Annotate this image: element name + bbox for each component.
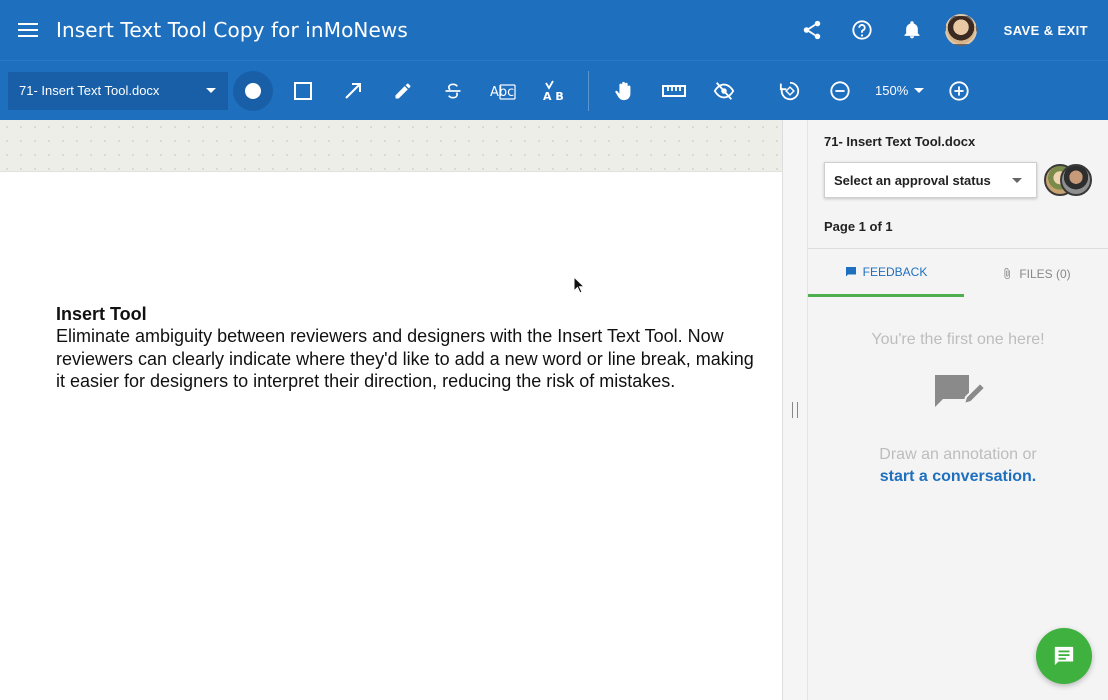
page-title: Insert Text Tool Copy for inMoNews <box>56 18 408 42</box>
chevron-down-icon <box>1012 178 1022 183</box>
document-heading: Insert Tool <box>56 304 147 324</box>
header-actions: SAVE & EXIT <box>787 0 1108 60</box>
empty-state-text: Draw an annotation or start a conversati… <box>808 444 1108 488</box>
insert-text-tool-button[interactable]: A B <box>528 61 578 121</box>
panel-tabs: FEEDBACK FILES (0) <box>808 250 1108 298</box>
hamburger-menu-icon <box>18 23 38 37</box>
chevron-down-icon <box>206 87 216 93</box>
mouse-cursor-icon <box>573 276 585 294</box>
file-selector-label: 71- Insert Text Tool.docx <box>19 83 160 98</box>
avatar <box>1060 164 1092 196</box>
insert-text-icon: A B <box>543 80 564 102</box>
zoom-level-select[interactable]: 150% <box>865 61 934 121</box>
share-icon <box>803 20 820 40</box>
user-avatar[interactable] <box>944 14 977 46</box>
rotate-icon <box>779 81 800 100</box>
approval-status-label: Select an approval status <box>834 172 991 188</box>
file-selector[interactable]: 71- Insert Text Tool.docx <box>8 71 228 110</box>
empty-state-message: Draw an annotation or <box>879 446 1037 463</box>
feedback-panel: 71- Insert Text Tool.docx Select an appr… <box>808 120 1108 700</box>
rotate-button[interactable] <box>765 61 815 121</box>
replace-text-icon: Abc <box>490 83 516 100</box>
notifications-button[interactable] <box>887 0 937 60</box>
eye-off-icon <box>713 81 735 100</box>
start-conversation-link[interactable]: start a conversation. <box>808 466 1108 488</box>
tab-feedback-label: FEEDBACK <box>862 265 928 279</box>
record-tool-button[interactable] <box>228 61 278 121</box>
save-exit-button[interactable]: SAVE & EXIT <box>990 0 1108 60</box>
document-viewer[interactable]: Insert Tool Eliminate ambiguity between … <box>0 120 782 700</box>
chat-button[interactable] <box>1036 628 1092 684</box>
comment-icon <box>845 267 856 277</box>
arrow-tool-button[interactable] <box>328 61 378 121</box>
tab-files[interactable]: FILES (0) <box>964 250 1108 297</box>
rectangle-tool-button[interactable] <box>278 61 328 121</box>
pan-tool-button[interactable] <box>599 61 649 121</box>
minus-circle-icon <box>830 80 850 101</box>
record-icon <box>245 82 261 99</box>
comment-edit-icon <box>935 375 984 407</box>
bell-icon <box>904 21 920 39</box>
menu-button[interactable] <box>0 0 56 60</box>
hand-icon <box>615 81 631 100</box>
strikethrough-tool-button[interactable] <box>428 61 478 121</box>
plus-circle-icon <box>949 80 969 101</box>
drag-handle-icon <box>792 402 798 418</box>
zoom-out-button[interactable] <box>815 61 865 121</box>
annotation-toolbar: 71- Insert Text Tool.docx Abc A B 150% <box>0 60 1108 120</box>
document-body-text: Eliminate ambiguity between reviewers an… <box>56 326 754 391</box>
tab-feedback[interactable]: FEEDBACK <box>808 250 964 297</box>
chat-icon <box>1054 646 1074 666</box>
panel-file-name: 71- Insert Text Tool.docx <box>824 134 976 149</box>
pen-tool-button[interactable] <box>378 61 428 121</box>
panel-divider <box>808 248 1108 249</box>
document-page[interactable]: Insert Tool Eliminate ambiguity between … <box>56 303 756 393</box>
approval-status-select[interactable]: Select an approval status <box>824 162 1037 198</box>
measure-tool-button[interactable] <box>649 61 699 121</box>
toolbar-divider <box>588 70 589 111</box>
tab-files-label: FILES (0) <box>1019 266 1071 281</box>
chevron-down-icon <box>914 88 925 93</box>
replace-text-tool-button[interactable]: Abc <box>478 61 528 121</box>
ruler-icon <box>662 84 686 97</box>
document-background-strip <box>0 120 782 172</box>
zoom-in-button[interactable] <box>934 61 984 121</box>
svg-text:Abc: Abc <box>490 85 514 100</box>
arrow-icon <box>345 82 361 99</box>
rectangle-icon <box>294 81 312 100</box>
help-button[interactable] <box>837 0 887 60</box>
svg-text:A B: A B <box>543 90 564 102</box>
share-button[interactable] <box>787 0 837 60</box>
paperclip-icon <box>1004 268 1011 279</box>
pencil-icon <box>395 83 411 98</box>
page-indicator: Page 1 of 1 <box>824 219 893 234</box>
strikethrough-icon <box>445 82 461 99</box>
zoom-level-value: 150% <box>875 83 909 98</box>
empty-state-title: You're the first one here! <box>871 331 1045 348</box>
hide-annotations-button[interactable] <box>699 61 749 121</box>
help-icon <box>852 20 872 40</box>
reviewer-avatars[interactable] <box>1044 164 1094 198</box>
panel-resize-handle[interactable] <box>782 120 808 700</box>
app-header: Insert Text Tool Copy for inMoNews SAVE … <box>0 0 1108 60</box>
